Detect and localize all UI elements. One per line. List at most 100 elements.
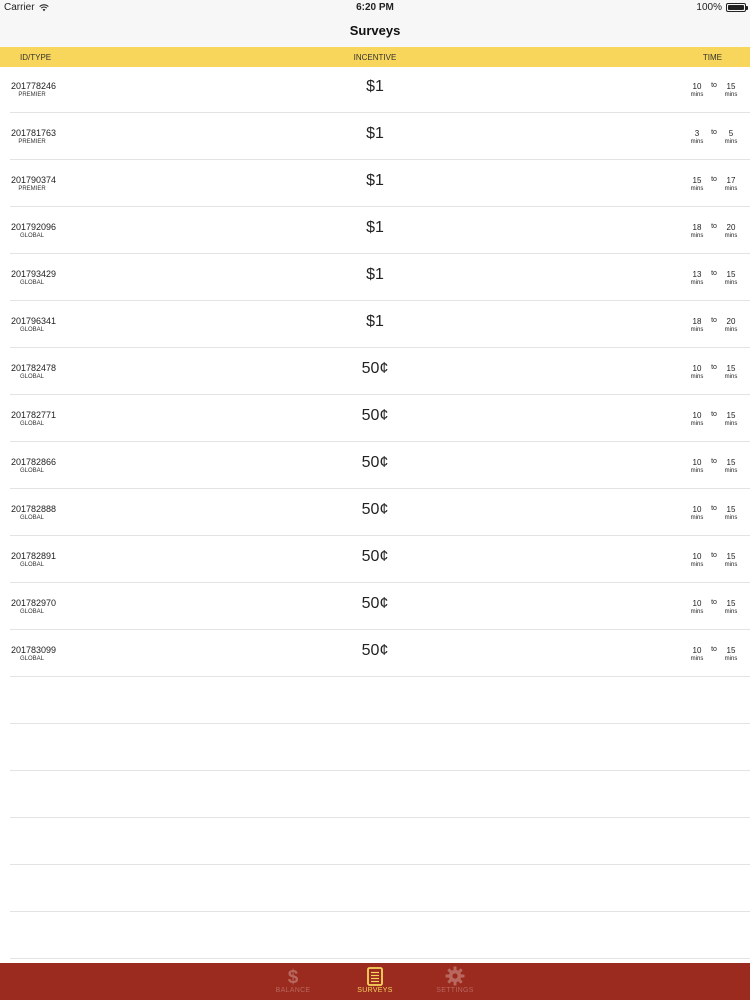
survey-time-range: 18 to 20 mins mins [690, 317, 738, 337]
survey-time-range: 10 to 15 mins mins [690, 599, 738, 619]
time-from-unit: mins [690, 327, 704, 333]
tab-balance[interactable]: $ BALANCE [253, 965, 333, 998]
time-from: 18 [692, 317, 702, 326]
empty-list-row [10, 677, 750, 724]
survey-row[interactable]: 201796341 GLOBAL $1 18 to 20 mins mins [10, 301, 750, 348]
time-to-label: to [711, 364, 717, 371]
time-from: 15 [692, 176, 702, 185]
survey-time-range: 10 to 15 mins mins [690, 458, 738, 478]
survey-row[interactable]: 201782888 GLOBAL 50¢ 10 to 15 mins mins [10, 489, 750, 536]
time-from-unit: mins [690, 186, 704, 192]
survey-incentive: $1 [366, 313, 384, 330]
survey-time-range: 18 to 20 mins mins [690, 223, 738, 243]
time-to-unit: mins [724, 515, 738, 521]
time-to: 5 [728, 129, 734, 138]
survey-row[interactable]: 201792096 GLOBAL $1 18 to 20 mins mins [10, 207, 750, 254]
survey-row[interactable]: 201782891 GLOBAL 50¢ 10 to 15 mins mins [10, 536, 750, 583]
battery-percent: 100% [696, 2, 722, 13]
time-from: 10 [692, 411, 702, 420]
survey-incentive: $1 [366, 266, 384, 283]
time-to: 15 [726, 82, 736, 91]
document-list-icon [367, 966, 383, 986]
survey-time-range: 15 to 17 mins mins [690, 176, 738, 196]
battery-icon [726, 3, 748, 12]
battery-info: 100% [696, 2, 748, 13]
time-from-unit: mins [690, 656, 704, 662]
time-to-label: to [711, 458, 717, 465]
time-from-unit: mins [690, 609, 704, 615]
time-from: 13 [692, 270, 702, 279]
tab-settings[interactable]: SETTINGS [415, 965, 495, 998]
survey-time-range: 10 to 15 mins mins [690, 411, 738, 431]
column-header-incentive: INCENTIVE [353, 53, 397, 62]
survey-list: 201778246 PREMIER $1 10 to 15 mins mins 20178176… [0, 66, 750, 959]
time-to: 15 [726, 646, 736, 655]
survey-incentive: $1 [366, 172, 384, 189]
survey-row[interactable]: 201782478 GLOBAL 50¢ 10 to 15 mins mins [10, 348, 750, 395]
empty-list-row [10, 818, 750, 865]
survey-incentive: 50¢ [361, 454, 389, 471]
time-to-label: to [711, 646, 717, 653]
survey-incentive: 50¢ [361, 548, 389, 565]
time-to-label: to [711, 270, 717, 277]
time-from-unit: mins [690, 92, 704, 98]
time-to-label: to [711, 599, 717, 606]
clock: 6:20 PM [356, 2, 394, 13]
time-to-unit: mins [724, 280, 738, 286]
time-from-unit: mins [690, 233, 704, 239]
survey-incentive: 50¢ [361, 407, 389, 424]
survey-time-range: 13 to 15 mins mins [690, 270, 738, 290]
time-to-label: to [711, 505, 717, 512]
time-to: 15 [726, 552, 736, 561]
survey-time-range: 3 to 5 mins mins [690, 129, 738, 149]
survey-incentive: 50¢ [361, 501, 389, 518]
survey-row[interactable]: 201778246 PREMIER $1 10 to 15 mins mins [10, 66, 750, 113]
time-to-unit: mins [724, 468, 738, 474]
tab-surveys-label: SURVEYS [357, 987, 393, 994]
tab-settings-label: SETTINGS [436, 987, 474, 994]
time-from-unit: mins [690, 562, 704, 568]
time-to: 20 [726, 317, 736, 326]
time-to-unit: mins [724, 656, 738, 662]
survey-incentive: 50¢ [361, 360, 389, 377]
survey-row[interactable]: 201782970 GLOBAL 50¢ 10 to 15 mins mins [10, 583, 750, 630]
survey-row[interactable]: 201782771 GLOBAL 50¢ 10 to 15 mins mins [10, 395, 750, 442]
survey-incentive: 50¢ [361, 642, 389, 659]
survey-time-range: 10 to 15 mins mins [690, 82, 738, 102]
time-from-unit: mins [690, 280, 704, 286]
survey-row[interactable]: 201783099 GLOBAL 50¢ 10 to 15 mins mins [10, 630, 750, 677]
survey-incentive: 50¢ [361, 595, 389, 612]
column-header: ID/TYPE INCENTIVE TIME [0, 47, 750, 67]
time-from: 18 [692, 223, 702, 232]
time-to-label: to [711, 411, 717, 418]
time-to-unit: mins [724, 421, 738, 427]
empty-list-row [10, 724, 750, 771]
survey-row[interactable]: 201790374 PREMIER $1 15 to 17 mins mins [10, 160, 750, 207]
empty-list-row [10, 912, 750, 959]
time-to-unit: mins [724, 327, 738, 333]
survey-incentive: $1 [366, 125, 384, 142]
time-from: 10 [692, 505, 702, 514]
survey-time-range: 10 to 15 mins mins [690, 505, 738, 525]
time-to: 15 [726, 458, 736, 467]
page-title: Surveys [349, 23, 401, 38]
time-to: 20 [726, 223, 736, 232]
time-to-label: to [711, 223, 717, 230]
time-to-label: to [711, 82, 717, 89]
time-to: 15 [726, 270, 736, 279]
column-header-time: TIME [702, 53, 722, 62]
survey-incentive: $1 [366, 219, 384, 236]
time-to-label: to [711, 317, 717, 324]
time-to-unit: mins [724, 139, 738, 145]
survey-row[interactable]: 201793429 GLOBAL $1 13 to 15 mins mins [10, 254, 750, 301]
tab-surveys[interactable]: SURVEYS [335, 965, 415, 998]
time-to: 15 [726, 411, 736, 420]
time-from: 10 [692, 82, 702, 91]
time-to: 15 [726, 599, 736, 608]
survey-time-range: 10 to 15 mins mins [690, 552, 738, 572]
time-from: 10 [692, 552, 702, 561]
survey-row[interactable]: 201781763 PREMIER $1 3 to 5 mins mins [10, 113, 750, 160]
survey-row[interactable]: 201782866 GLOBAL 50¢ 10 to 15 mins mins [10, 442, 750, 489]
empty-list-row [10, 865, 750, 912]
time-to-label: to [711, 176, 717, 183]
